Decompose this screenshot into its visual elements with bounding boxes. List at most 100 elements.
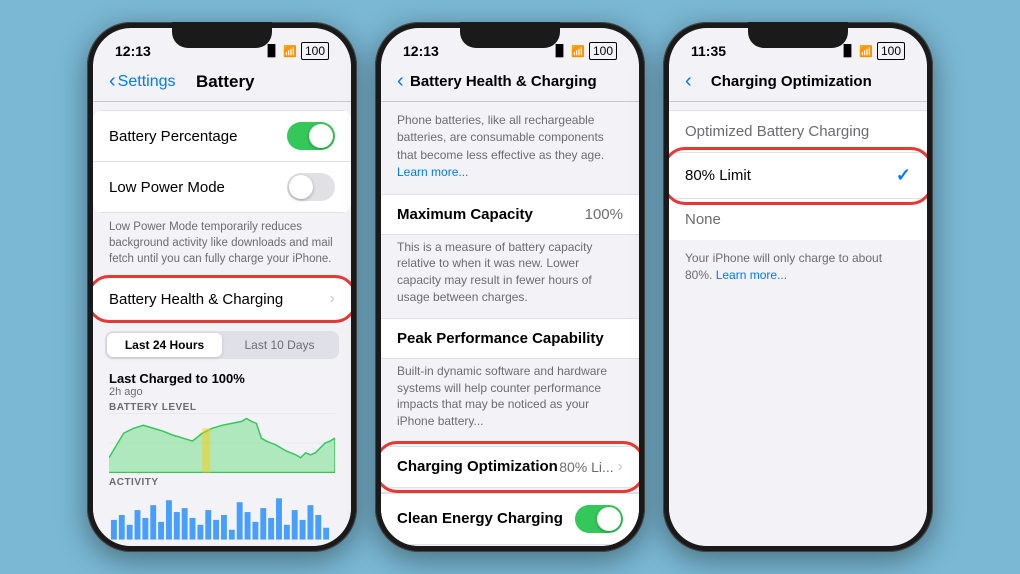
activity-chart (109, 490, 335, 540)
phone2-nav: ‹ Battery Health & Charging (381, 64, 639, 102)
phone3-status-icons: ▐▌ 📶 100 (840, 42, 905, 60)
charging-opt-section: Charging Optimization 80% Li... › (381, 446, 639, 488)
phone1-nav: ‹ Settings Battery (93, 64, 351, 102)
toggle-thumb-3 (597, 507, 621, 531)
charged-label: Last Charged to 100% (109, 371, 335, 386)
phone3-screen: 11:35 ▐▌ 📶 100 ‹ Charging Optimization (669, 28, 927, 546)
phone1-notch (172, 22, 272, 48)
opt-optimized-label: Optimized Battery Charging (685, 123, 869, 140)
wifi-icon: 📶 (283, 45, 297, 58)
phone2-back-button[interactable]: ‹ (397, 70, 404, 93)
max-capacity-title: Maximum Capacity (397, 206, 533, 223)
low-power-desc: Low Power Mode temporarily reduces backg… (93, 213, 351, 275)
learn-more-link-1[interactable]: Learn more... (397, 165, 468, 179)
battery-percentage-toggle[interactable] (287, 122, 335, 150)
clean-energy-desc: In your region, iPhone will try to reduc… (381, 545, 639, 546)
activity-chart-section (93, 490, 351, 540)
battery-health-label: Battery Health & Charging (109, 291, 283, 308)
charging-opt-value: 80% Li... (559, 459, 613, 475)
checkmark-icon: ✓ (896, 165, 911, 186)
phone2-body-text: Phone batteries, like all rechargeable b… (381, 102, 639, 186)
opt-optimized-cell[interactable]: Optimized Battery Charging (669, 111, 927, 153)
back-chevron-icon: ‹ (109, 70, 116, 93)
back-chevron-icon-3: ‹ (685, 70, 692, 93)
battery-level-section: BATTERY LEVEL (93, 402, 351, 473)
low-power-cell[interactable]: Low Power Mode (93, 162, 351, 213)
learn-more-link-3[interactable]: Learn more... (716, 268, 787, 282)
clean-energy-cell[interactable]: Clean Energy Charging (381, 493, 639, 545)
battery-level-label: BATTERY LEVEL (109, 402, 335, 413)
phone2-title: Battery Health & Charging (404, 73, 603, 90)
tab-last-24h[interactable]: Last 24 Hours (107, 333, 222, 357)
battery-icon-2: 100 (589, 42, 617, 60)
phone1-wrapper: 12:13 ▐▌ 📶 100 ‹ Settings Battery (87, 22, 357, 552)
clean-energy-toggle[interactable] (575, 505, 623, 533)
charging-opt-chevron: › (618, 458, 623, 476)
charging-opt-wrapper: Charging Optimization 80% Li... › (381, 446, 639, 488)
wifi-icon-3: 📶 (859, 45, 873, 58)
phone3: 11:35 ▐▌ 📶 100 ‹ Charging Optimization (663, 22, 933, 552)
opt-80-cell[interactable]: 80% Limit ✓ (669, 153, 927, 199)
signal-icon-2: ▐▌ (552, 45, 568, 57)
phone2-status-icons: ▐▌ 📶 100 (552, 42, 617, 60)
toggle-thumb (309, 124, 333, 148)
phone2-screen: 12:13 ▐▌ 📶 100 ‹ Battery Health & Chargi… (381, 28, 639, 546)
opt-80-wrapper: 80% Limit ✓ (669, 153, 927, 199)
max-capacity-desc: This is a measure of battery capacity re… (381, 235, 639, 318)
phone1: 12:13 ▐▌ 📶 100 ‹ Settings Battery (87, 22, 357, 552)
battery-health-wrapper: Battery Health & Charging › (93, 279, 351, 319)
peak-perf-section: Peak Performance Capability (381, 318, 639, 359)
signal-icon: ▐▌ (264, 45, 280, 57)
battery-health-cell[interactable]: Battery Health & Charging › (93, 279, 351, 319)
charging-opt-label: Charging Optimization (397, 458, 558, 475)
wifi-icon-2: 📶 (571, 45, 585, 58)
back-chevron-icon-2: ‹ (397, 70, 404, 93)
battery-health-chevron: › (330, 290, 335, 308)
tab-last-10d[interactable]: Last 10 Days (222, 333, 337, 357)
clean-energy-section: Clean Energy Charging (381, 492, 639, 545)
phone3-wrapper: 11:35 ▐▌ 📶 100 ‹ Charging Optimization (663, 22, 933, 552)
phone1-screen: 12:13 ▐▌ 📶 100 ‹ Settings Battery (93, 28, 351, 546)
battery-percentage-cell[interactable]: Battery Percentage (93, 110, 351, 162)
phone2-wrapper: 12:13 ▐▌ 📶 100 ‹ Battery Health & Chargi… (375, 22, 645, 552)
phone3-title: Charging Optimization (692, 73, 891, 90)
phone1-time: 12:13 (115, 43, 151, 59)
battery-chart-section: Last Charged to 100% (93, 371, 351, 386)
phone2-notch (460, 22, 560, 48)
peak-perf-cell: Peak Performance Capability (381, 318, 639, 359)
charging-opt-value-row: 80% Li... › (559, 458, 623, 476)
charging-options-list: Optimized Battery Charging 80% Limit ✓ N (669, 110, 927, 240)
battery-icon: 100 (301, 42, 329, 60)
phone2: 12:13 ▐▌ 📶 100 ‹ Battery Health & Chargi… (375, 22, 645, 552)
phone1-status-icons: ▐▌ 📶 100 (264, 42, 329, 60)
phone1-title: Battery (175, 72, 275, 92)
battery-percentage-label: Battery Percentage (109, 128, 237, 145)
clean-energy-label: Clean Energy Charging (397, 510, 563, 527)
phone3-content: Optimized Battery Charging 80% Limit ✓ N (669, 102, 927, 546)
phone3-back-button[interactable]: ‹ (685, 70, 692, 93)
battery-level-chart (109, 413, 335, 473)
chart-tabs-section: Last 24 Hours Last 10 Days (93, 319, 351, 371)
chart-tabs: Last 24 Hours Last 10 Days (105, 331, 339, 359)
max-capacity-cell: Maximum Capacity 100% (381, 194, 639, 235)
peak-perf-desc: Built-in dynamic software and hardware s… (381, 359, 639, 442)
signal-icon-3: ▐▌ (840, 45, 856, 57)
charged-sub: 2h ago (93, 386, 351, 398)
phone3-nav: ‹ Charging Optimization (669, 64, 927, 102)
phone2-time: 12:13 (403, 43, 439, 59)
opt-80-label: 80% Limit (685, 167, 751, 184)
phone3-time: 11:35 (691, 43, 726, 59)
opt-none-label: None (685, 211, 721, 228)
peak-perf-title: Peak Performance Capability (397, 330, 604, 347)
max-capacity-value: 100% (585, 206, 623, 223)
phone2-content: Phone batteries, like all rechargeable b… (381, 102, 639, 546)
low-power-toggle[interactable] (287, 173, 335, 201)
charging-opt-cell[interactable]: Charging Optimization 80% Li... › (381, 446, 639, 488)
battery-icon-3: 100 (877, 42, 905, 60)
phone1-content: Battery Percentage Low Power Mode Low Po… (93, 102, 351, 546)
phone1-back-button[interactable]: ‹ Settings (109, 70, 175, 93)
max-capacity-section: Maximum Capacity 100% (381, 194, 639, 235)
activity-label: ACTIVITY (93, 473, 351, 490)
phone1-back-label: Settings (118, 73, 176, 91)
opt-none-cell[interactable]: None (669, 199, 927, 240)
